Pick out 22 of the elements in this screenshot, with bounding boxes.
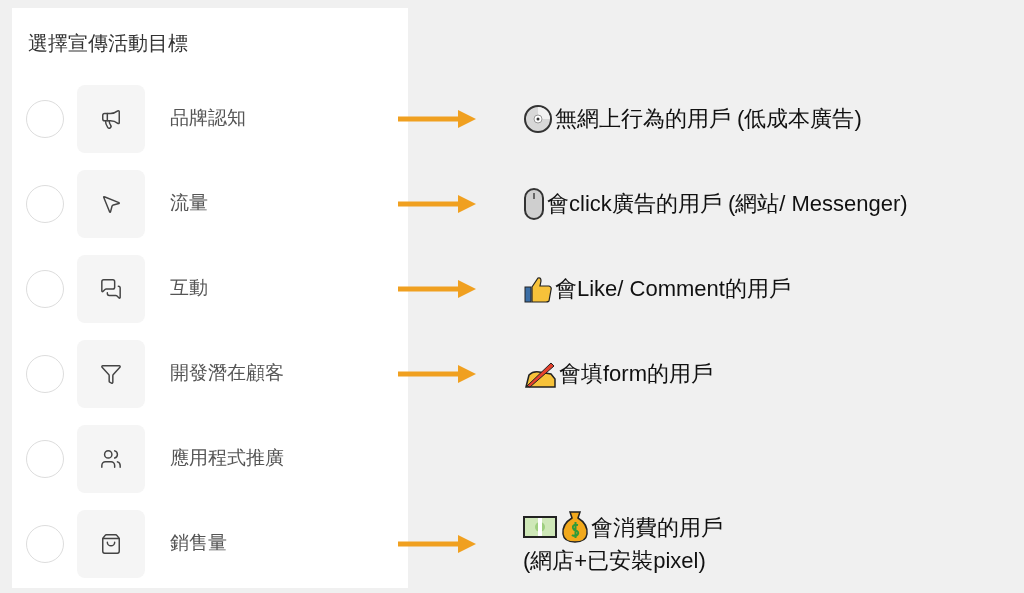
annotation-text: 會填form的用戶	[559, 360, 713, 388]
mouse-icon	[523, 186, 545, 221]
objective-label[interactable]: 流量	[170, 189, 208, 218]
people-icon	[100, 447, 122, 470]
annotation-text: 會click廣告的用戶 (網站/ Messenger)	[547, 190, 908, 218]
objective-label[interactable]: 銷售量	[170, 529, 227, 558]
panel-title: 選擇宣傳活動目標	[28, 31, 189, 56]
annotation-text: 會Like/ Comment的用戶	[555, 275, 791, 303]
megaphone-icon	[100, 107, 122, 130]
annotation-text: 會消費的用戶	[591, 513, 723, 542]
objective-label[interactable]: 開發潛在顧客	[170, 359, 284, 388]
disc-icon	[523, 103, 553, 134]
funnel-icon	[100, 362, 122, 385]
annotation-text: (網店+已安裝pixel)	[523, 547, 707, 575]
objective-label[interactable]: 應用程式推廣	[170, 444, 284, 473]
bag-icon	[100, 532, 122, 555]
objective-label[interactable]: 互動	[170, 274, 208, 303]
chat-bubbles-icon	[100, 277, 122, 300]
objective-label[interactable]: 品牌認知	[170, 104, 246, 133]
money-bag-icon	[561, 510, 589, 544]
annotation-text: 無網上行為的用戶 (低成本廣告)	[555, 105, 862, 133]
banknote-icon	[523, 516, 557, 538]
